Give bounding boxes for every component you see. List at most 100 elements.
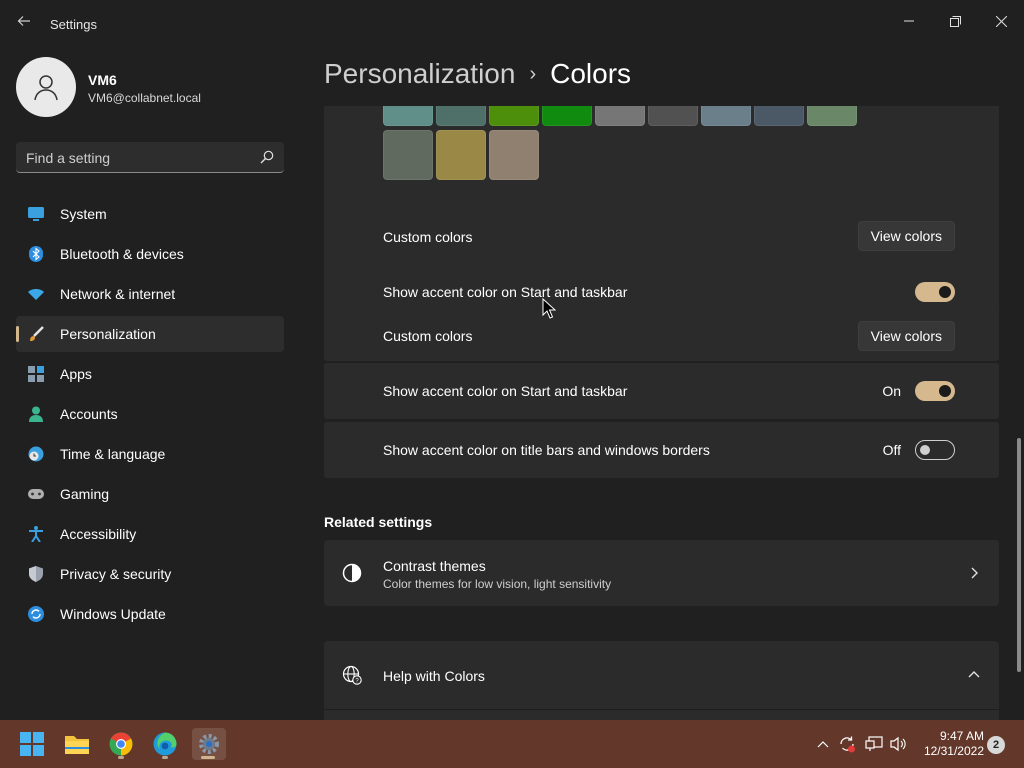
divider (324, 709, 999, 710)
title-bar: Settings (0, 0, 1024, 48)
settings-taskbar-icon[interactable] (192, 728, 226, 760)
sidebar-item-accessibility[interactable]: Accessibility (16, 516, 284, 552)
chevron-up-icon[interactable] (967, 668, 981, 682)
sidebar-item-personalization[interactable]: Personalization (16, 316, 284, 352)
minimize-icon[interactable] (886, 6, 932, 36)
taskbar: 9:47 AM 12/31/2022 (0, 720, 1024, 768)
gamepad-icon (28, 486, 44, 502)
accent-color-swatch[interactable] (595, 106, 645, 126)
sidebar-item-label: Privacy & security (60, 566, 172, 582)
sidebar-item-gaming[interactable]: Gaming (16, 476, 284, 512)
ghost-start-taskbar-toggle[interactable] (915, 282, 955, 302)
title-bars-toggle[interactable] (915, 440, 955, 460)
view-colors-button-2[interactable]: View colors (857, 321, 955, 351)
accent-color-swatch[interactable] (436, 130, 486, 180)
shield-icon (28, 566, 44, 582)
avatar[interactable] (16, 57, 76, 117)
update-icon (28, 606, 44, 622)
back-arrow-icon[interactable] (12, 12, 36, 36)
search-input[interactable] (26, 148, 246, 168)
accent-color-swatch[interactable] (701, 106, 751, 126)
close-icon[interactable] (978, 6, 1024, 36)
notification-badge[interactable]: 2 (987, 736, 1005, 754)
breadcrumb: Personalization › Colors (324, 58, 631, 90)
accent-color-swatch[interactable] (383, 106, 433, 126)
sidebar-item-label: Gaming (60, 486, 110, 502)
apps-icon (28, 366, 44, 382)
globe-help-icon: ? (342, 665, 362, 685)
mouse-cursor-icon (542, 298, 556, 319)
sidebar-item-label: Personalization (60, 326, 156, 342)
sidebar-item-privacy[interactable]: Privacy & security (16, 556, 284, 592)
help-with-colors-card[interactable]: ? Help with Colors (324, 641, 999, 720)
accent-color-swatch[interactable] (807, 106, 857, 126)
search-icon[interactable] (260, 150, 274, 164)
chevron-right-icon: › (529, 62, 537, 85)
start-taskbar-label: Show accent color on Start and taskbar (383, 383, 628, 399)
sidebar-item-label: Apps (60, 366, 92, 382)
accent-color-swatch[interactable] (383, 130, 433, 180)
scrollbar[interactable] (1017, 438, 1021, 672)
clock[interactable]: 9:47 AM 12/31/2022 (918, 729, 984, 759)
profile-email: VM6@collabnet.local (88, 91, 201, 105)
sidebar-item-label: Time & language (60, 446, 166, 462)
accent-color-swatch[interactable] (542, 106, 592, 126)
clock-date: 12/31/2022 (923, 744, 984, 758)
sidebar-item-time-language[interactable]: Time & language (16, 436, 284, 472)
person-icon (34, 75, 58, 101)
start-taskbar-row: Show accent color on Start and taskbar O… (324, 363, 999, 419)
file-explorer-icon[interactable] (61, 728, 93, 760)
accent-color-swatch[interactable] (489, 130, 539, 180)
network-icon[interactable] (864, 734, 884, 754)
breadcrumb-parent[interactable]: Personalization (324, 58, 515, 90)
sidebar-item-accounts[interactable]: Accounts (16, 396, 284, 432)
person-icon (28, 406, 44, 422)
sidebar-item-network[interactable]: Network & internet (16, 276, 284, 312)
title-bars-row: Show accent color on title bars and wind… (324, 422, 999, 478)
accessibility-icon (28, 526, 44, 542)
sidebar-nav: System Bluetooth & devices Network & int… (16, 196, 284, 636)
profile-name: VM6 (88, 72, 117, 88)
contrast-icon (342, 563, 362, 583)
custom-colors-row-2: Custom colors View colors (324, 311, 999, 361)
wifi-icon (28, 286, 44, 302)
sidebar-item-system[interactable]: System (16, 196, 284, 232)
help-with-colors-title: Help with Colors (383, 668, 485, 684)
accent-color-swatch[interactable] (648, 106, 698, 126)
windows-start-icon[interactable] (16, 728, 48, 760)
maximize-icon[interactable] (932, 6, 978, 36)
accent-color-swatch[interactable] (436, 106, 486, 126)
chevron-up-icon[interactable] (813, 734, 833, 754)
contrast-themes-card[interactable]: Contrast themes Color themes for low vis… (324, 540, 999, 606)
clock-time: 9:47 AM (939, 729, 984, 743)
custom-colors-row: Custom colors View colors (324, 212, 999, 262)
brush-icon (28, 326, 44, 342)
accent-color-swatch[interactable] (489, 106, 539, 126)
page-title: Colors (550, 58, 632, 89)
custom-colors-label: Custom colors (383, 229, 473, 245)
title-bars-state: Off (882, 442, 901, 458)
contrast-themes-subtitle: Color themes for low vision, light sensi… (383, 577, 612, 591)
chevron-right-icon (971, 567, 978, 579)
sidebar-item-label: Accounts (60, 406, 118, 422)
sidebar-item-windows-update[interactable]: Windows Update (16, 596, 284, 632)
view-colors-button[interactable]: View colors (857, 221, 955, 251)
monitor-icon (28, 206, 44, 222)
chrome-icon[interactable] (105, 728, 137, 760)
sidebar-item-label: System (60, 206, 107, 222)
sidebar-item-bluetooth[interactable]: Bluetooth & devices (16, 236, 284, 272)
search-box (16, 142, 284, 173)
sidebar-item-label: Windows Update (60, 606, 166, 622)
sidebar-item-label: Bluetooth & devices (60, 246, 184, 262)
ghost-accent-toggle-row: Show accent color on Start and taskbar (324, 264, 999, 308)
sync-alert-icon[interactable] (837, 734, 857, 754)
sidebar-item-apps[interactable]: Apps (16, 356, 284, 392)
contrast-themes-title: Contrast themes (383, 558, 486, 574)
globe-clock-icon (28, 446, 44, 462)
start-taskbar-toggle[interactable] (915, 381, 955, 401)
accent-color-swatch[interactable] (754, 106, 804, 126)
bluetooth-icon (28, 246, 44, 262)
content-scroll-area: Custom colors View colors Show accent co… (324, 106, 1000, 720)
volume-icon[interactable] (888, 734, 908, 754)
edge-icon[interactable] (149, 728, 181, 760)
